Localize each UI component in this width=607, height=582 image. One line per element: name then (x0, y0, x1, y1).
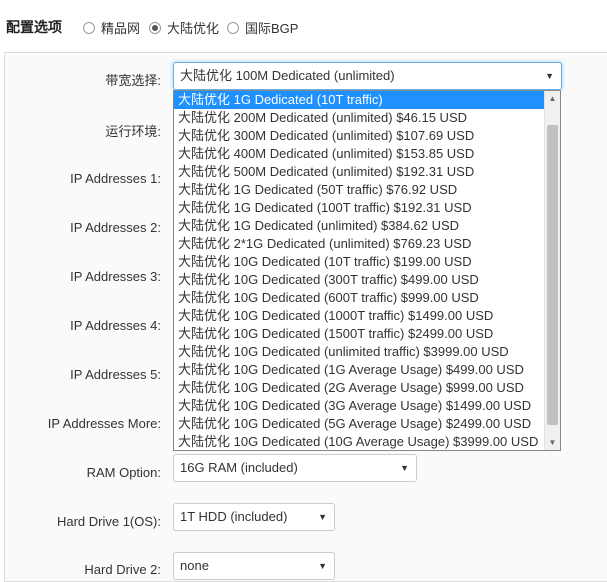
radio-premium-network[interactable]: 精品网 (83, 18, 140, 37)
dropdown-option[interactable]: 大陆优化 400M Dedicated (unlimited) $153.85 … (174, 145, 560, 163)
hard-drive-2-label: Hard Drive 2: (84, 562, 161, 577)
config-title: 配置选项 (6, 19, 62, 35)
radio-label: 大陆优化 (167, 21, 220, 36)
config-header: 配置选项 精品网 大陆优化 国际BGP (0, 0, 607, 52)
dropdown-option[interactable]: 大陆优化 10G Dedicated (unlimited traffic) $… (174, 343, 560, 361)
hard-drive-1-select[interactable]: 1T HDD (included) ▼ (173, 503, 335, 531)
dropdown-option[interactable]: 大陆优化 10G Dedicated (10G Average Usage) $… (174, 433, 560, 450)
dropdown-option[interactable]: 大陆优化 10G Dedicated (5G Average Usage) $2… (174, 415, 560, 433)
radio-mainland-optimized[interactable]: 大陆优化 (149, 18, 219, 37)
ram-label: RAM Option: (86, 465, 161, 480)
dropdown-option[interactable]: 大陆优化 1G Dedicated (50T traffic) $76.92 U… (174, 181, 560, 199)
dropdown-option[interactable]: 大陆优化 1G Dedicated (unlimited) $384.62 US… (174, 217, 560, 235)
radio-label: 精品网 (101, 21, 141, 36)
scroll-down-arrow-icon[interactable]: ▼ (545, 435, 560, 450)
radio-international-bgp[interactable]: 国际BGP (227, 18, 298, 37)
dropdown-option[interactable]: 大陆优化 1G Dedicated (100T traffic) $192.31… (174, 199, 560, 217)
hard-drive-1-selected-value: 1T HDD (included) (180, 509, 288, 524)
dropdown-option[interactable]: 大陆优化 10G Dedicated (1500T traffic) $2499… (174, 325, 560, 343)
bandwidth-label: 带宽选择: (105, 73, 161, 88)
runtime-label: 运行环境: (105, 124, 161, 139)
chevron-down-icon: ▼ (545, 71, 554, 81)
dropdown-option[interactable]: 大陆优化 10G Dedicated (600T traffic) $999.0… (174, 289, 560, 307)
bandwidth-select[interactable]: 大陆优化 100M Dedicated (unlimited) ▼ (173, 62, 562, 90)
dropdown-option[interactable]: 大陆优化 1G Dedicated (10T traffic) (174, 91, 560, 109)
dropdown-option[interactable]: 大陆优化 10G Dedicated (1000T traffic) $1499… (174, 307, 560, 325)
scrollbar-thumb[interactable] (547, 125, 558, 425)
hard-drive-1-label: Hard Drive 1(OS): (56, 514, 161, 529)
dropdown-option[interactable]: 大陆优化 2*1G Dedicated (unlimited) $769.23 … (174, 235, 560, 253)
ip5-label: IP Addresses 5: (70, 367, 161, 382)
ip-more-label: IP Addresses More: (47, 416, 161, 431)
radio-circle-icon[interactable] (227, 21, 239, 34)
hard-drive-2-select[interactable]: none ▼ (173, 552, 335, 580)
dropdown-scrollbar[interactable]: ▲ ▼ (544, 91, 560, 450)
bandwidth-dropdown-list[interactable]: 大陆优化 1G Dedicated (10T traffic) 大陆优化 200… (173, 90, 561, 451)
ip1-label: IP Addresses 1: (70, 171, 161, 186)
dropdown-option[interactable]: 大陆优化 300M Dedicated (unlimited) $107.69 … (174, 127, 560, 145)
dropdown-option[interactable]: 大陆优化 10G Dedicated (300T traffic) $499.0… (174, 271, 560, 289)
dropdown-option[interactable]: 大陆优化 10G Dedicated (1G Average Usage) $4… (174, 361, 560, 379)
dropdown-option[interactable]: 大陆优化 10G Dedicated (10T traffic) $199.00… (174, 253, 560, 271)
ip3-label: IP Addresses 3: (70, 269, 161, 284)
ip4-label: IP Addresses 4: (70, 318, 161, 333)
ram-selected-value: 16G RAM (included) (180, 460, 298, 475)
radio-label: 国际BGP (245, 21, 299, 36)
dropdown-option[interactable]: 大陆优化 500M Dedicated (unlimited) $192.31 … (174, 163, 560, 181)
scroll-up-arrow-icon[interactable]: ▲ (545, 91, 560, 106)
ip2-label: IP Addresses 2: (70, 220, 161, 235)
dropdown-option[interactable]: 大陆优化 10G Dedicated (3G Average Usage) $1… (174, 397, 560, 415)
chevron-down-icon: ▼ (318, 512, 327, 522)
dropdown-option[interactable]: 大陆优化 10G Dedicated (2G Average Usage) $9… (174, 379, 560, 397)
chevron-down-icon: ▼ (318, 561, 327, 571)
bandwidth-selected-value: 大陆优化 100M Dedicated (unlimited) (180, 68, 395, 83)
radio-circle-checked-icon[interactable] (149, 21, 161, 34)
chevron-down-icon: ▼ (400, 463, 409, 473)
radio-circle-icon[interactable] (83, 21, 95, 34)
hard-drive-2-selected-value: none (180, 558, 209, 573)
dropdown-option[interactable]: 大陆优化 200M Dedicated (unlimited) $46.15 U… (174, 109, 560, 127)
ram-select[interactable]: 16G RAM (included) ▼ (173, 454, 417, 482)
